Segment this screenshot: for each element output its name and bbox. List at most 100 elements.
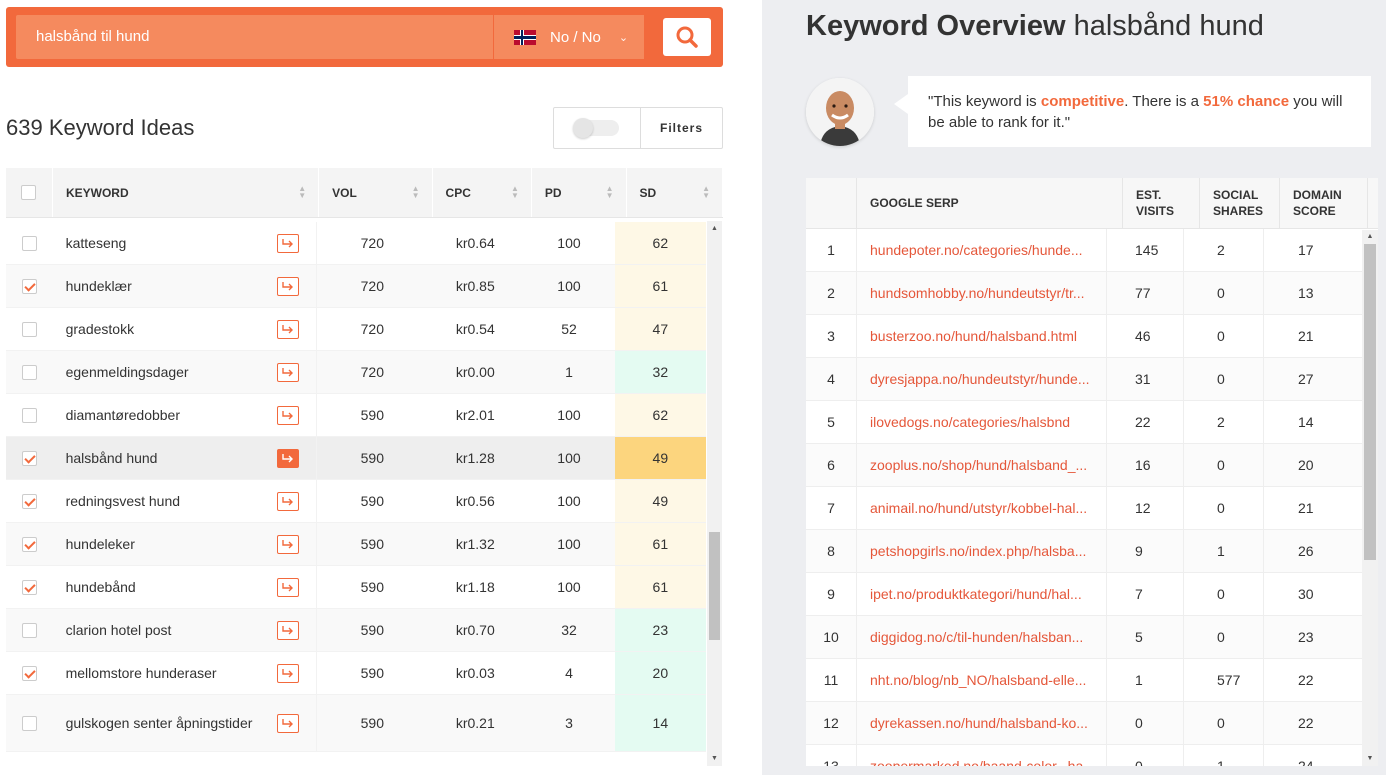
keyword-cell[interactable]: egenmeldingsdager [52,351,278,394]
keyword-cell[interactable]: clarion hotel post [52,609,278,652]
serp-row: 7 animail.no/hund/utstyr/kobbel-hal... 12 0… [806,487,1363,530]
select-all-checkbox[interactable] [21,185,37,200]
serp-url-link[interactable]: dyrekassen.no/hund/halsband-ko... [857,702,1107,745]
scroll-up-icon[interactable]: ▲ [707,221,722,236]
serp-url-link[interactable]: ilovedogs.no/categories/halsbnd [857,401,1107,444]
serp-url-link[interactable]: busterzoo.no/hund/halsband.html [857,315,1107,358]
est-visits-cell: 0 [1107,702,1184,745]
row-checkbox[interactable] [21,364,37,380]
cpc-cell: kr1.18 [427,566,524,609]
serp-table-scrollbar[interactable]: ▲ ▼ [1362,230,1378,766]
keyword-cell[interactable]: halsbånd hund [52,437,278,480]
sd-cell: 49 [614,437,706,480]
serp-url-link[interactable]: animail.no/hund/utstyr/kobbel-hal... [857,487,1107,530]
open-overview-icon[interactable] [277,534,300,554]
keyword-cell[interactable]: mellomstore hunderaser [52,652,278,695]
scrollbar-thumb[interactable] [709,532,720,640]
serp-url-link[interactable]: hundsomhobby.no/hundeutstyr/tr... [857,272,1107,315]
domain-score-cell: 20 [1264,444,1363,487]
cpc-cell: kr0.85 [427,265,524,308]
open-overview-icon[interactable] [277,491,300,511]
search-button[interactable] [663,18,711,56]
keyword-ideas-count: 639 Keyword Ideas [6,115,195,140]
domain-score-cell: 21 [1264,315,1363,358]
keyword-cell[interactable]: gulskogen senter åpningstider [52,695,278,752]
vol-cell: 590 [317,609,428,652]
scroll-down-icon[interactable]: ▼ [1362,752,1378,766]
est-visits-cell: 22 [1107,401,1184,444]
link-cell [277,652,318,695]
keyword-row[interactable]: redningsvest hund 590 kr0.56 100 49 [6,480,706,523]
row-checkbox[interactable] [21,407,37,423]
open-overview-icon[interactable] [277,362,300,382]
serp-url-link[interactable]: diggidog.no/c/til-hunden/halsban... [857,616,1107,659]
overview-title: Keyword Overview halsbånd hund [806,10,1264,42]
scroll-up-icon[interactable]: ▲ [1362,230,1378,244]
keyword-cell[interactable]: diamantøredobber [52,394,278,437]
avatar-portrait-icon [806,78,874,146]
filters-button[interactable]: Filters [641,108,722,148]
keyword-row[interactable]: hundeklær 720 kr0.85 100 61 [6,265,706,308]
scroll-down-icon[interactable]: ▼ [707,751,722,766]
scrollbar-thumb[interactable] [1364,244,1376,560]
serp-url-link[interactable]: ipet.no/produktkategori/hund/hal... [857,573,1107,616]
cpc-cell: kr0.64 [427,222,524,265]
open-overview-icon[interactable] [277,276,300,296]
keyword-row[interactable]: diamantøredobber 590 kr2.01 100 62 [6,394,706,437]
keyword-row[interactable]: katteseng 720 kr0.64 100 62 [6,222,706,265]
open-overview-icon[interactable] [277,663,300,683]
open-overview-icon[interactable] [277,405,300,425]
keyword-row[interactable]: gulskogen senter åpningstider 590 kr0.21 3 1… [6,695,706,752]
open-overview-icon[interactable] [277,233,300,253]
serp-url-link[interactable]: zooplus.no/shop/hund/halsband_... [857,444,1107,487]
filter-toggle[interactable] [554,108,641,148]
serp-url-link[interactable]: dyresjappa.no/hundeutstyr/hunde... [857,358,1107,401]
column-header-pd[interactable]: PD ▲ ▼ [532,168,627,217]
row-checkbox[interactable] [21,579,37,595]
keyword-row[interactable]: halsbånd hund 590 kr1.28 100 49 [6,437,706,480]
keyword-row[interactable]: hundebånd 590 kr1.18 100 61 [6,566,706,609]
open-overview-icon[interactable] [277,577,300,597]
serp-url-link[interactable]: petshopgirls.no/index.php/halsba... [857,530,1107,573]
cpc-cell: kr1.28 [427,437,524,480]
column-header-sd[interactable]: SD ▲ ▼ [627,168,723,217]
row-checkbox[interactable] [21,278,37,294]
row-checkbox[interactable] [21,536,37,552]
keyword-row[interactable]: hundeleker 590 kr1.32 100 61 [6,523,706,566]
domain-score-cell: 22 [1264,659,1363,702]
open-overview-icon[interactable] [277,448,300,468]
keyword-cell[interactable]: katteseng [52,222,278,265]
domain-score-cell: 14 [1264,401,1363,444]
keyword-cell[interactable]: hundeleker [52,523,278,566]
row-checkbox[interactable] [21,665,37,681]
open-overview-icon[interactable] [277,319,300,339]
keyword-cell[interactable]: gradestokk [52,308,278,351]
row-checkbox[interactable] [21,450,37,466]
keyword-row[interactable]: egenmeldingsdager 720 kr0.00 1 32 [6,351,706,394]
column-header-vol[interactable]: VOL ▲ ▼ [319,168,433,217]
row-checkbox[interactable] [21,715,37,731]
keyword-cell[interactable]: hundeklær [52,265,278,308]
keyword-row[interactable]: gradestokk 720 kr0.54 52 47 [6,308,706,351]
keyword-cell[interactable]: redningsvest hund [52,480,278,523]
serp-url-link[interactable]: hundepoter.no/categories/hunde... [857,229,1107,272]
serp-url-link[interactable]: nht.no/blog/nb_NO/halsband-elle... [857,659,1107,702]
row-checkbox[interactable] [21,321,37,337]
search-bar: halsbånd til hund No / No ⌄ [6,7,723,67]
row-checkbox[interactable] [21,235,37,251]
language-select[interactable]: No / No ⌄ [494,15,644,59]
open-overview-icon[interactable] [277,620,300,640]
pd-cell: 100 [523,394,615,437]
row-checkbox[interactable] [21,493,37,509]
keyword-table-scrollbar[interactable]: ▲ ▼ [707,221,722,766]
open-overview-icon[interactable] [277,713,300,733]
row-checkbox[interactable] [21,622,37,638]
toggle-switch[interactable] [573,118,619,138]
column-header-cpc[interactable]: CPC ▲ ▼ [433,168,532,217]
serp-url-link[interactable]: zoopermarked.no/baand-color...ha... [857,745,1107,766]
column-header-keyword[interactable]: KEYWORD ▲ ▼ [53,168,320,217]
keyword-row[interactable]: clarion hotel post 590 kr0.70 32 23 [6,609,706,652]
keyword-cell[interactable]: hundebånd [52,566,278,609]
search-input[interactable]: halsbånd til hund [16,15,493,59]
keyword-row[interactable]: mellomstore hunderaser 590 kr0.03 4 20 [6,652,706,695]
